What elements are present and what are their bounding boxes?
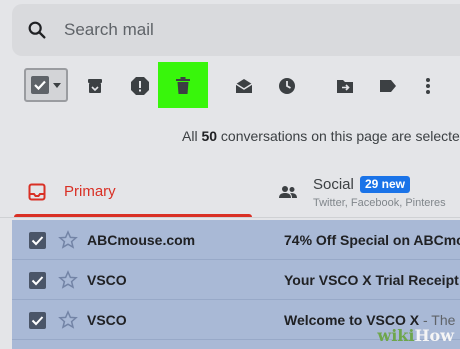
- open-envelope-icon: [235, 79, 253, 93]
- tab-primary[interactable]: [14, 168, 254, 218]
- email-subject: Your VSCO X Trial Receipt -: [284, 272, 460, 288]
- banner-prefix: All: [182, 128, 202, 144]
- banner-suffix: conversations on this page are selecte: [217, 128, 460, 144]
- checkmark-icon: [31, 316, 44, 326]
- email-sender: ABCmouse.com: [87, 232, 196, 248]
- more-vertical-icon: [426, 78, 430, 94]
- chevron-down-icon: [53, 83, 61, 88]
- label-icon: [380, 80, 396, 92]
- star-icon[interactable]: [58, 230, 78, 250]
- label-button[interactable]: [376, 77, 400, 95]
- trash-icon: [176, 77, 190, 94]
- tab-social-subtitle: Twitter, Facebook, Pinteres: [313, 197, 446, 209]
- people-icon[interactable]: [278, 185, 298, 199]
- email-sender: VSCO: [87, 312, 127, 328]
- more-options-button[interactable]: [418, 75, 438, 97]
- email-row[interactable]: VSCO Your VSCO X Trial Receipt -: [12, 260, 460, 300]
- email-subject-text: Your VSCO X Trial Receipt -: [284, 272, 460, 288]
- archive-button[interactable]: [83, 76, 107, 96]
- row-checkbox[interactable]: [29, 232, 46, 249]
- search-input[interactable]: Search mail: [64, 20, 154, 40]
- report-spam-button[interactable]: [128, 75, 152, 97]
- checkmark-icon: [31, 236, 44, 246]
- email-row[interactable]: ABCmouse.com 74% Off Special on ABCmou: [12, 220, 460, 260]
- clock-icon: [279, 78, 295, 94]
- watermark-suffix: How: [414, 326, 454, 345]
- snooze-button[interactable]: [275, 75, 299, 97]
- social-new-badge: 29 new: [360, 176, 411, 193]
- row-checkbox[interactable]: [29, 312, 46, 329]
- selected-count: 50: [201, 128, 218, 144]
- tab-social-label[interactable]: Social: [313, 176, 354, 193]
- report-spam-icon: [131, 77, 149, 95]
- delete-button[interactable]: [171, 74, 195, 98]
- move-to-folder-icon: [337, 80, 353, 93]
- email-subject: 74% Off Special on ABCmou: [284, 232, 460, 248]
- archive-icon: [88, 79, 102, 93]
- tabs-divider: [0, 217, 460, 218]
- row-checkbox[interactable]: [29, 272, 46, 289]
- email-sender: VSCO: [87, 272, 127, 288]
- checkbox-checked-icon: [31, 76, 49, 94]
- checkmark-icon: [31, 276, 44, 286]
- wikihow-watermark: wikiHow: [377, 326, 454, 345]
- inbox-icon: [28, 183, 46, 201]
- mark-as-read-button[interactable]: [232, 76, 256, 96]
- selection-banner: All 50 conversations on this page are se…: [0, 128, 460, 144]
- tab-primary-label: Primary: [64, 183, 116, 200]
- email-subject-text: 74% Off Special on ABCmou: [284, 232, 460, 248]
- move-to-button[interactable]: [333, 76, 357, 96]
- star-icon[interactable]: [58, 270, 78, 290]
- star-icon[interactable]: [58, 310, 78, 330]
- select-all-button[interactable]: [24, 68, 68, 102]
- search-icon[interactable]: [26, 19, 48, 41]
- watermark-prefix: wiki: [377, 326, 415, 345]
